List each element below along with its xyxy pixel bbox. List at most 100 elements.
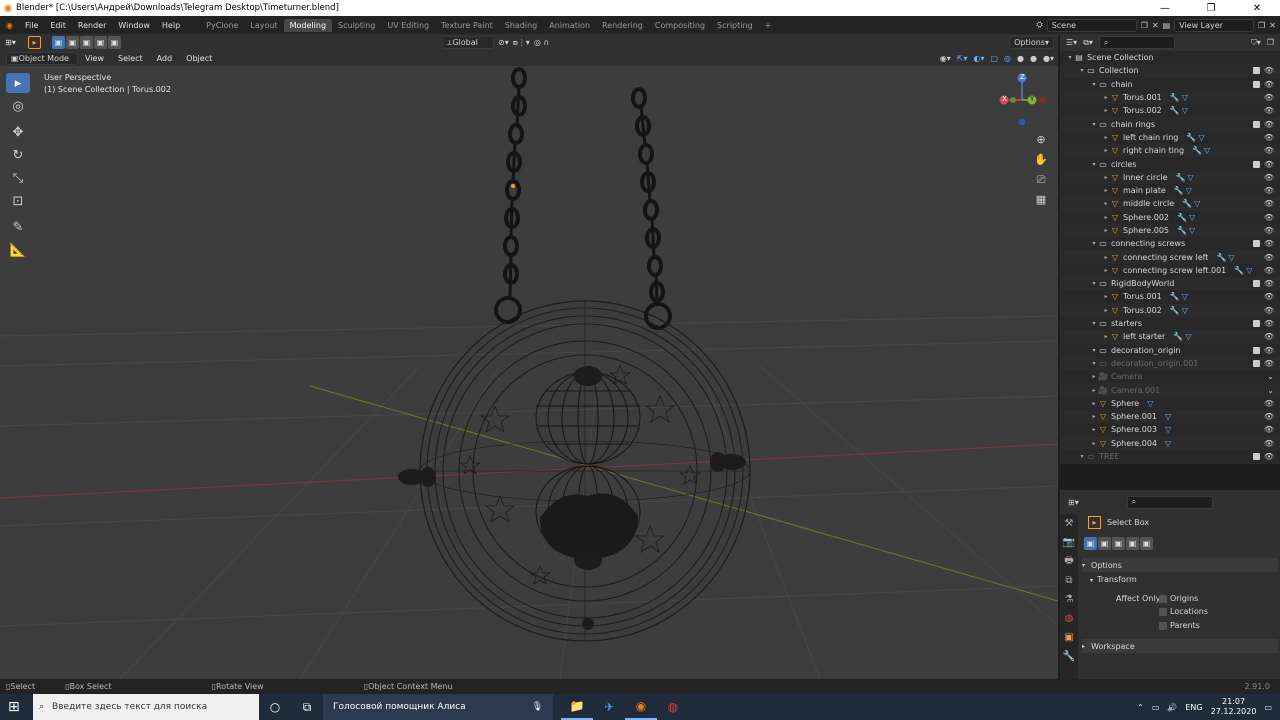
affect-origins-checkbox[interactable]: Origins [1159, 594, 1198, 603]
outliner-row[interactable]: ▾ ▭ circles 👁 [1060, 157, 1280, 170]
shading-material-icon[interactable]: ● [1030, 54, 1037, 63]
file-explorer-icon[interactable]: 📁 [561, 694, 593, 720]
add-workspace-button[interactable]: + [759, 19, 778, 32]
outliner-row[interactable]: ▸ ▽ Sphere ▽ 👁 [1060, 397, 1280, 410]
view-layer-copy-icon[interactable]: ❐ [1258, 21, 1265, 30]
close-button[interactable]: ✕ [1234, 3, 1280, 14]
visibility-eye-icon[interactable]: 👁 [1264, 306, 1274, 315]
outliner-row[interactable]: ▾ ▤ Scene Collection [1060, 51, 1280, 64]
options-dropdown[interactable]: Options ▾ [1009, 36, 1054, 49]
outliner-row[interactable]: ▸ ▽ Sphere.002 🔧▽ 👁 [1060, 211, 1280, 224]
outliner-row[interactable]: ▸ ▽ Torus.001 🔧▽ 👁 [1060, 290, 1280, 303]
expand-arrow-icon[interactable]: ▾ [1090, 280, 1098, 287]
outliner-row[interactable]: ▸ ▽ Inner circle 🔧▽ 👁 [1060, 170, 1280, 184]
object-tab-icon[interactable]: ▣ [1060, 628, 1078, 647]
exclude-checkbox[interactable] [1253, 80, 1260, 88]
output-tab-icon[interactable]: 🖶 [1060, 552, 1078, 571]
visibility-eye-icon[interactable]: 👁 [1264, 279, 1274, 288]
chrome-icon[interactable]: ◍ [657, 694, 689, 720]
affect-locations-checkbox[interactable]: Locations [1159, 607, 1208, 616]
expand-arrow-icon[interactable]: ▾ [1066, 54, 1074, 61]
tab-compositing[interactable]: Compositing [649, 19, 711, 32]
select-box-tool-icon[interactable]: ▸ [6, 73, 30, 93]
modifier-tab-icon[interactable]: 🔧 [1060, 647, 1078, 666]
voice-assistant-box[interactable]: Голосовой помощник Алиса 🎙 [323, 694, 553, 720]
expand-arrow-icon[interactable]: ▸ [1102, 254, 1110, 261]
tab-rendering[interactable]: Rendering [596, 19, 649, 32]
perspective-toggle-icon[interactable]: ▦ [1032, 190, 1050, 210]
visibility-eye-icon[interactable]: 👁 [1264, 239, 1274, 248]
exclude-checkbox[interactable] [1253, 67, 1260, 75]
tab-scripting[interactable]: Scripting [711, 19, 759, 32]
outliner-row[interactable]: ▾ ▭ connecting screws 👁 [1060, 237, 1280, 250]
new-collection-icon[interactable]: ❐ [1267, 38, 1274, 47]
visibility-eye-icon[interactable]: 👁 [1264, 253, 1274, 262]
visibility-eye-icon[interactable]: 👁 [1264, 226, 1274, 235]
expand-arrow-icon[interactable]: ▸ [1090, 387, 1098, 394]
tray-language[interactable]: ENG [1185, 703, 1202, 712]
expand-arrow-icon[interactable]: ▾ [1090, 161, 1098, 168]
expand-arrow-icon[interactable]: ▸ [1090, 413, 1098, 420]
visibility-eye-icon[interactable]: 👁 [1264, 133, 1274, 142]
outliner-row[interactable]: ▸ ▽ Sphere.005 🔧▽ 👁 [1060, 223, 1280, 238]
visibility-eye-icon[interactable]: 👁 [1264, 439, 1274, 448]
select-invert-icon[interactable]: ▣ [1126, 537, 1139, 550]
menu-edit[interactable]: Edit [44, 21, 72, 30]
expand-arrow-icon[interactable]: ▸ [1090, 440, 1098, 447]
mode-intersect-icon[interactable]: ▣ [108, 36, 121, 49]
outliner-row[interactable]: ▾ ▭ TREE 👁 [1060, 450, 1280, 463]
outliner-row[interactable]: ▸ ▽ connecting screw left 🔧▽ 👁 [1060, 250, 1280, 264]
outliner-row[interactable]: ▾ ▭ Collection 👁 [1060, 64, 1280, 78]
visibility-eye-icon[interactable]: ⌄ [1267, 386, 1274, 395]
expand-arrow-icon[interactable]: ▾ [1078, 453, 1086, 460]
tab-modeling[interactable]: Modeling [283, 18, 333, 32]
outliner-row[interactable]: ▸ ▽ Sphere.004 ▽ 👁 [1060, 436, 1280, 450]
visibility-eye-icon[interactable]: 👁 [1264, 93, 1274, 102]
outliner-row[interactable]: ▾ ▭ chain rings 👁 [1060, 117, 1280, 131]
notification-icon[interactable]: ▭ [1264, 703, 1272, 712]
mode-subtract-icon[interactable]: ▣ [80, 36, 93, 49]
outliner-row[interactable]: ▸ 🎥 Camera.001 ⌄ [1060, 383, 1280, 397]
orientation-dropdown[interactable]: ⟂ Global [442, 36, 494, 49]
shading-solid-icon[interactable]: ● [1017, 54, 1024, 63]
exclude-checkbox[interactable] [1253, 240, 1260, 248]
scene-delete-icon[interactable]: ✕ [1152, 21, 1159, 30]
windows-start-icon[interactable]: ⊞ [8, 699, 20, 715]
mode-extend-icon[interactable]: ▣ [66, 36, 79, 49]
outliner-row[interactable]: ▸ ▽ Sphere.001 ▽ 👁 [1060, 410, 1280, 424]
expand-arrow-icon[interactable]: ▸ [1102, 134, 1110, 141]
exclude-checkbox[interactable] [1253, 280, 1260, 288]
outliner-row[interactable]: ▾ ▭ RigidBodyWorld 👁 [1060, 277, 1280, 291]
xray-icon[interactable]: ▢ [990, 54, 998, 63]
options-panel-header[interactable]: ▾ Options [1082, 558, 1278, 572]
tab-sculpting[interactable]: Sculpting [332, 19, 381, 32]
expand-arrow-icon[interactable]: ▾ [1090, 81, 1098, 88]
tab-shading[interactable]: Shading [499, 19, 544, 32]
exclude-checkbox[interactable] [1253, 346, 1260, 354]
visibility-eye-icon[interactable]: 👁 [1264, 213, 1274, 222]
transform-subpanel-header[interactable]: ▾ Transform [1090, 575, 1137, 584]
menu-window[interactable]: Window [112, 21, 156, 30]
visibility-eye-icon[interactable]: 👁 [1264, 425, 1274, 434]
expand-arrow-icon[interactable]: ▾ [1078, 67, 1086, 74]
exclude-checkbox[interactable] [1253, 120, 1260, 128]
select-tool-icon[interactable]: ▸ [28, 36, 41, 49]
editor-type-icon[interactable]: ⊞▾ [4, 36, 17, 49]
tool-tab-icon[interactable]: ⚒ [1060, 514, 1078, 533]
view-layer-field[interactable]: View Layer [1174, 18, 1255, 32]
expand-arrow-icon[interactable]: ▾ [1090, 240, 1098, 247]
visibility-eye-icon[interactable]: 👁 [1264, 173, 1274, 182]
cursor-tool-icon[interactable]: ◎ [6, 96, 30, 116]
outliner-search-input[interactable]: ⌕ [1098, 36, 1175, 49]
menu-help[interactable]: Help [156, 21, 186, 30]
3d-viewport[interactable]: Z X Y ⊕ ✋ ⎚ ▦ [0, 66, 1058, 679]
expand-arrow-icon[interactable]: ▸ [1102, 174, 1110, 181]
visibility-eye-icon[interactable]: 👁 [1264, 332, 1274, 341]
expand-arrow-icon[interactable]: ▾ [1090, 360, 1098, 367]
outliner-row[interactable]: ▸ ▽ Torus.002 🔧▽ 👁 [1060, 104, 1280, 117]
select-new-icon[interactable]: ▣ [1084, 537, 1097, 550]
menu-view[interactable]: View [78, 54, 111, 63]
minimize-button[interactable]: — [1142, 3, 1188, 14]
visibility-eye-icon[interactable]: 👁 [1264, 412, 1274, 421]
menu-object[interactable]: Object [179, 54, 219, 63]
